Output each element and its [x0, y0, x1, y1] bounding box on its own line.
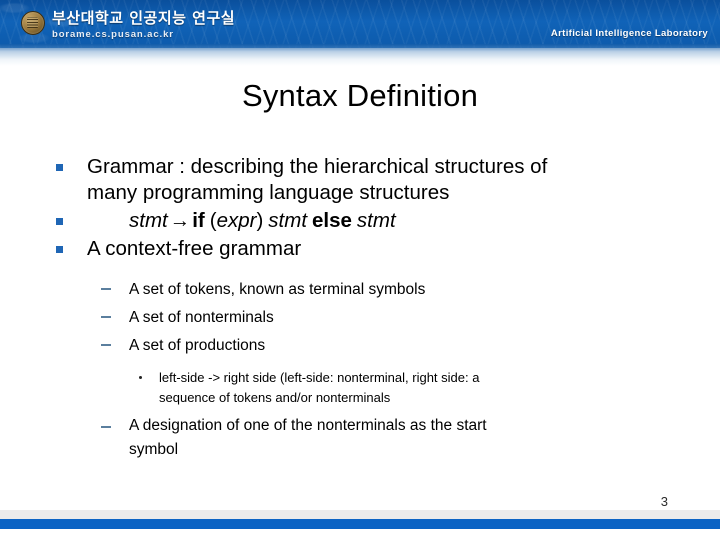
bullet-grammar: Grammar : describing the hierarchical st… [52, 154, 678, 206]
university-seal-icon [21, 11, 45, 35]
footer-white-strip [0, 529, 720, 540]
right-arrow-icon: → [169, 209, 191, 232]
rule-stmt-else: stmt [356, 209, 396, 232]
bullet-grammar-line1: Grammar : describing the hierarchical st… [87, 155, 548, 178]
page-title: Syntax Definition [241, 78, 479, 113]
square-bullet-icon [56, 164, 63, 171]
dot-bullet-icon [139, 376, 143, 380]
bullet-context-free-grammar: A context-free grammar [52, 236, 678, 262]
dash-bullet-icon [101, 426, 111, 428]
production-rule-text: stmt→if (expr) stmt else stmt [87, 209, 396, 232]
footer-gray-bar [0, 510, 720, 519]
rule-stmt-then: stmt [268, 209, 308, 232]
sub-bullet-start-symbol-line1: A designation of one of the nonterminals… [129, 417, 487, 434]
rule-open-paren: ( [209, 209, 217, 232]
header-banner: 부산대학교 인공지능 연구실 borame.cs.pusan.ac.kr Art… [0, 0, 720, 48]
sub-bullet-start-symbol-line2: symbol [129, 441, 179, 458]
bullet-production-rule: stmt→if (expr) stmt else stmt [52, 208, 678, 234]
rule-expr: expr [216, 209, 257, 232]
sub-bullet-tokens: A set of tokens, known as terminal symbo… [52, 276, 678, 304]
sub-bullet-productions: A set of productions [52, 332, 678, 360]
logo-text-group: 부산대학교 인공지능 연구실 borame.cs.pusan.ac.kr [52, 11, 235, 40]
slide-canvas: 부산대학교 인공지능 연구실 borame.cs.pusan.ac.kr Art… [0, 0, 720, 540]
dash-bullet-icon [101, 344, 111, 346]
detail-bullet-production-form: left-side -> right side (left-side: nont… [52, 368, 678, 407]
logo-url: borame.cs.pusan.ac.kr [52, 29, 174, 40]
detail-bullet-line2: sequence of tokens and/or nonterminals [159, 389, 391, 405]
sub-bullet-nonterminals: A set of nonterminals [52, 304, 678, 332]
rule-lhs: stmt [129, 209, 168, 232]
sub-bullet-start-symbol: A designation of one of the nonterminals… [52, 414, 678, 462]
detail-bullet-line1: left-side -> right side (left-side: nont… [159, 370, 480, 385]
dash-bullet-icon [101, 288, 111, 290]
footer-blue-bar [0, 519, 720, 529]
square-bullet-icon [56, 246, 63, 253]
dash-bullet-icon [101, 316, 111, 318]
page-number: 3 [660, 494, 668, 509]
slide-body: Grammar : describing the hierarchical st… [52, 154, 678, 462]
rule-keyword-if: if [192, 209, 205, 232]
lab-logo: 부산대학교 인공지능 연구실 borame.cs.pusan.ac.kr [21, 11, 235, 40]
sub-bullet-tokens-label: A set of tokens, known as terminal symbo… [129, 281, 426, 298]
rule-keyword-else: else [312, 209, 352, 232]
logo-korean-title: 부산대학교 인공지능 연구실 [52, 9, 236, 27]
header-gradient-fade [0, 44, 720, 66]
lab-name-label: Artificial Intelligence Laboratory [550, 28, 708, 39]
sub-bullet-nonterminals-label: A set of nonterminals [129, 309, 274, 326]
bullet-context-free-grammar-label: A context-free grammar [87, 237, 302, 260]
square-bullet-icon [56, 218, 63, 225]
bullet-grammar-line2: many programming language structures [87, 181, 450, 204]
sub-bullet-productions-label: A set of productions [129, 337, 266, 354]
